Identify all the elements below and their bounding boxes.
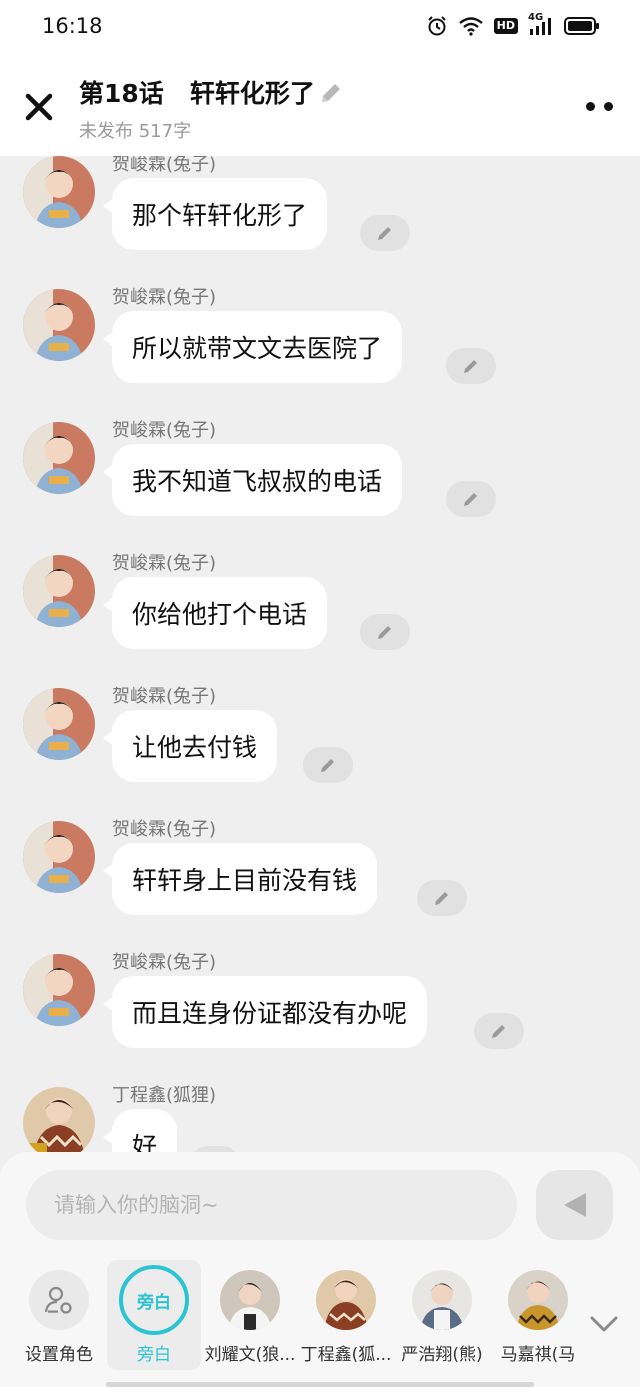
message-bubble[interactable]: 所以就带文文去医院了 [102,311,403,383]
role-label: 严浩翔(熊) [401,1345,483,1365]
narrator-avatar-text: 旁白 [137,1292,171,1313]
top-bar: 第18话 轩轩化形了 未发布 517字 [0,56,640,156]
pencil-icon [378,626,391,639]
message-bubble[interactable]: 让他去付钱 [102,710,278,782]
role-selector: 设置角色 旁白 旁白 刘耀文(狼... 丁程鑫(狐... 严浩翔(熊) 马嘉祺(… [0,1260,640,1370]
sender-name: 贺峻霖(兔子) [112,553,217,574]
sender-name: 丁程鑫(狐狸) [112,1085,217,1106]
sender-name: 贺峻霖(兔子) [112,420,217,441]
more-options-button[interactable] [582,100,618,114]
role-label: 丁程鑫(狐... [300,1345,392,1365]
chat-message: 丁程鑫(狐狸) 好 [0,1085,640,1156]
composer-panel: 设置角色 旁白 旁白 刘耀文(狼... 丁程鑫(狐... 严浩翔(熊) [0,1152,640,1387]
role-character[interactable]: 严浩翔(熊) [395,1260,489,1370]
status-bar: 16:18 HD 4G [0,0,640,56]
edit-message-button[interactable] [303,747,353,783]
avatar[interactable] [23,688,95,760]
chat-message: 贺峻霖(兔子) 所以就带文文去医院了 [0,287,640,399]
hd-badge: HD [493,18,518,34]
role-label: 马嘉祺(马 [500,1345,576,1365]
set-role-label: 设置角色 [25,1345,93,1365]
pencil-icon [435,892,448,905]
avatar[interactable] [23,954,95,1026]
more-dot-icon [604,102,613,111]
episode-title: 第18话 轩轩化形了 [79,79,315,108]
edit-message-button[interactable] [474,1013,524,1049]
avatar [316,1270,376,1330]
avatar[interactable] [23,1087,95,1156]
more-dot-icon [586,102,595,111]
edit-message-button[interactable] [446,481,496,517]
network-type: 4G [528,12,544,23]
role-character[interactable]: 马嘉祺(马 [491,1260,585,1370]
episode-status: 未发布 517字 [79,121,192,142]
send-icon [563,1193,586,1217]
send-button[interactable] [536,1170,613,1240]
avatar [220,1270,280,1330]
set-role-button[interactable]: 设置角色 [12,1260,106,1370]
message-bubble[interactable]: 那个轩轩化形了 [102,178,328,250]
edit-message-button[interactable] [360,614,410,650]
edit-message-button[interactable] [417,880,467,916]
edit-title-button[interactable] [318,80,344,106]
status-icons: HD 4G [426,12,600,37]
expand-roles-button[interactable] [588,1312,620,1336]
status-time: 16:18 [42,14,103,38]
pencil-icon [378,227,391,240]
avatar[interactable] [23,422,95,494]
message-bubble[interactable]: 我不知道飞叔叔的电话 [102,444,403,516]
chat-message: 贺峻霖(兔子) 我不知道飞叔叔的电话 [0,420,640,532]
pencil-icon [464,360,477,373]
sender-name: 贺峻霖(兔子) [112,819,217,840]
wifi-icon [458,16,484,36]
narrator-label: 旁白 [137,1345,171,1365]
sender-name: 贺峻霖(兔子) [112,952,217,973]
chat-message: 贺峻霖(兔子) 那个轩轩化形了 [0,156,640,266]
chat-message: 贺峻霖(兔子) 让他去付钱 [0,686,640,798]
pencil-icon [492,1025,505,1038]
sender-name: 贺峻霖(兔子) [112,156,217,175]
chevron-down-icon [590,1316,618,1332]
avatar[interactable] [23,156,95,228]
role-character[interactable]: 丁程鑫(狐... [299,1260,393,1370]
chat-message: 贺峻霖(兔子) 你给他打个电话 [0,553,640,665]
avatar[interactable] [23,821,95,893]
setrole-avatar [29,1270,89,1330]
sender-name: 贺峻霖(兔子) [112,686,217,707]
pencil-icon [464,493,477,506]
message-bubble[interactable]: 轩轩身上目前没有钱 [102,843,378,915]
sender-name: 贺峻霖(兔子) [112,287,217,308]
role-label: 刘耀文(狼... [204,1345,296,1365]
message-bubble[interactable]: 好 [102,1109,178,1156]
message-bubble[interactable]: 你给他打个电话 [102,577,328,649]
pencil-icon [321,759,334,772]
role-narrator[interactable]: 旁白 旁白 [107,1260,201,1370]
chat-message: 贺峻霖(兔子) 轩轩身上目前没有钱 [0,819,640,931]
pencil-icon [322,84,340,102]
user-settings-icon [44,1286,72,1314]
edit-message-button[interactable] [360,215,410,251]
avatar [412,1270,472,1330]
chat-message: 贺峻霖(兔子) 而且连身份证都没有办呢 [0,952,640,1064]
signal-icon: 4G [528,12,554,36]
message-bubble[interactable]: 而且连身份证都没有办呢 [102,976,428,1048]
role-character[interactable]: 刘耀文(狼... [203,1260,297,1370]
role-scrollbar[interactable] [106,1382,534,1387]
edit-message-button[interactable] [446,348,496,384]
message-input[interactable] [26,1170,517,1240]
avatar[interactable] [23,289,95,361]
alarm-icon [426,15,448,37]
battery-icon [564,16,600,36]
close-icon [25,93,53,121]
avatar [508,1270,568,1330]
avatar[interactable] [23,555,95,627]
close-button[interactable] [22,90,56,124]
narrator-avatar: 旁白 [119,1265,189,1335]
chat-list[interactable]: 贺峻霖(兔子) 那个轩轩化形了 贺峻霖(兔子) 所以就带文文去医院了 贺峻霖(兔… [0,156,640,1156]
